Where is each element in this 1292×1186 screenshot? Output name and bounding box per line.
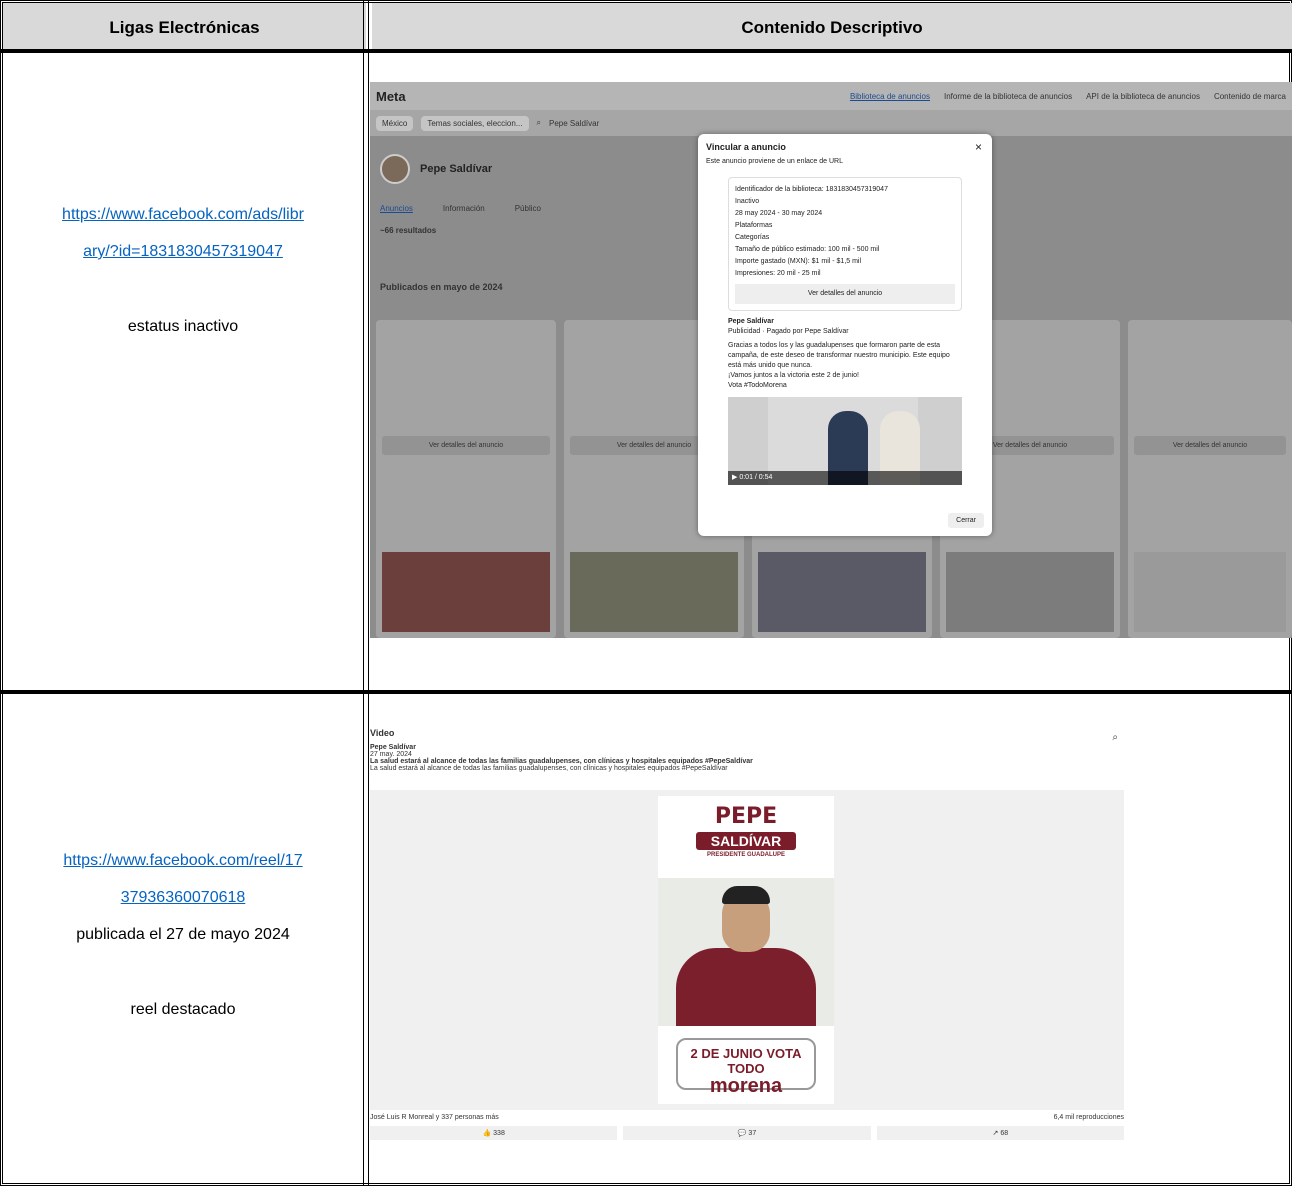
share-icon: ↗: [992, 1130, 999, 1137]
reel-link[interactable]: https://www.facebook.com/reel/17 37936360…: [63, 852, 302, 906]
ad-image: [946, 552, 1114, 632]
published-heading: Publicados en mayo de 2024: [380, 282, 503, 292]
categories-label: Categorías: [735, 234, 770, 241]
header-left: Ligas Electrónicas: [3, 3, 366, 53]
library-id: Identificador de la biblioteca: 18318304…: [735, 186, 888, 193]
tab-ads[interactable]: Anuncios: [380, 204, 413, 213]
column-divider: [363, 0, 369, 1186]
link-ad-modal: Vincular a anuncio × Este anuncio provie…: [698, 134, 992, 536]
view-count: 6,4 mil reproducciones: [1053, 1114, 1124, 1121]
vote-line-2: morena: [709, 1075, 783, 1097]
audience-size: Tamaño de público estimado: 100 mil - 50…: [735, 246, 880, 253]
author-name: Pepe Saldívar: [370, 744, 416, 751]
modal-title: Vincular a anuncio: [706, 142, 786, 152]
page-name: Pepe Saldívar: [420, 163, 493, 175]
like-icon: 👍: [482, 1130, 492, 1137]
ad-dates: 28 may 2024 - 30 may 2024: [735, 210, 823, 217]
like-button[interactable]: 👍 338: [370, 1126, 618, 1140]
tab-audience[interactable]: Público: [515, 204, 541, 213]
search-input[interactable]: Pepe Saldívar: [549, 119, 599, 128]
tab-info[interactable]: Información: [443, 204, 485, 213]
campaign-poster: PEPE SALDÍVAR PRESIDENTE GUADALUPE 2 DE …: [658, 796, 834, 1104]
nav-library-report[interactable]: Informe de la biblioteca de anuncios: [944, 92, 1072, 101]
ad-image: [758, 552, 926, 632]
ad-post: Pepe Saldívar Publicidad · Pagado por Pe…: [728, 317, 962, 391]
row2-left-cell: https://www.facebook.com/reel/17 37936360…: [8, 842, 358, 1028]
meta-logo: Meta: [376, 88, 406, 104]
ad-body-3: Vota #TodoMorena: [728, 382, 787, 389]
search-icon: ⌕: [536, 118, 541, 127]
reel-video[interactable]: PEPE SALDÍVAR PRESIDENTE GUADALUPE 2 DE …: [370, 790, 1124, 1110]
reactions-text[interactable]: José Luis R Monreal y 337 personas más: [370, 1114, 499, 1121]
play-icon[interactable]: ▶: [732, 474, 737, 481]
ads-library-screenshot: Meta Biblioteca de anuncios Informe de l…: [370, 82, 1292, 638]
nav-library-api[interactable]: API de la biblioteca de anuncios: [1086, 92, 1200, 101]
video-controls[interactable]: ▶ 0:01 / 0:54: [728, 471, 962, 485]
ad-image: [570, 552, 738, 632]
ad-video[interactable]: ▶ 0:01 / 0:54: [728, 397, 962, 485]
reaction-summary: José Luis R Monreal y 337 personas más 6…: [370, 1114, 1124, 1121]
close-icon[interactable]: ×: [975, 140, 982, 154]
post-date: 27 may. 2024: [370, 751, 412, 758]
nav-branded-content[interactable]: Contenido de marca: [1214, 92, 1286, 101]
search-icon[interactable]: ⌕: [1112, 732, 1118, 743]
poster-role: PRESIDENTE GUADALUPE: [706, 852, 785, 858]
action-bar: 👍 338 💬 37 ↗ 68: [370, 1126, 1124, 1140]
modal-subtitle: Este anuncio proviene de un enlace de UR…: [706, 158, 843, 165]
vote-line-1: 2 DE JUNIO VOTA TODO: [690, 1046, 802, 1076]
row-divider: [0, 690, 1292, 694]
close-button[interactable]: Cerrar: [948, 513, 984, 528]
comment-icon: 💬: [737, 1130, 747, 1137]
ads-library-link[interactable]: https://www.facebook.com/ads/libr ary/?id…: [62, 206, 304, 260]
advertiser-name: Pepe Saldívar: [728, 318, 774, 325]
details-button[interactable]: Ver detalles del anuncio: [382, 436, 550, 455]
details-button[interactable]: Ver detalles del anuncio: [1134, 436, 1286, 455]
publish-date: publicada el 27 de mayo 2024: [76, 926, 290, 943]
candidate-photo: [658, 878, 834, 1026]
ad-card: Ver detalles del anuncio: [376, 320, 556, 638]
category-select[interactable]: Temas sociales, eleccion...: [421, 115, 529, 131]
details-button[interactable]: Ver detalles del anuncio: [735, 284, 955, 304]
poster-surname: SALDÍVAR: [696, 832, 796, 850]
poster-name: PEPE: [714, 804, 778, 829]
reel-note: reel destacado: [130, 1001, 236, 1018]
ad-detail-box: Identificador de la biblioteca: 18318304…: [728, 177, 962, 311]
video-time: 0:01 / 0:54: [739, 474, 773, 481]
country-select[interactable]: México: [376, 115, 414, 131]
avatar: [380, 154, 410, 184]
ad-image: [1134, 552, 1286, 632]
row1-left-cell: https://www.facebook.com/ads/libr ary/?id…: [8, 196, 358, 345]
header-right: Contenido Descriptivo: [372, 3, 1292, 53]
reel-screenshot: Video ⌕ Pepe Saldívar 27 may. 2024 La sa…: [370, 728, 1124, 1164]
status-badge: Inactivo: [735, 198, 760, 205]
share-button[interactable]: ↗ 68: [876, 1126, 1124, 1140]
amount-spent: Importe gastado (MXN): $1 mil - $1,5 mil: [735, 258, 862, 265]
comment-button[interactable]: 💬 37: [623, 1126, 871, 1140]
caption: La salud estará al alcance de todas las …: [370, 765, 728, 772]
status-text: estatus inactivo: [127, 318, 239, 335]
ad-card: Ver detalles del anuncio: [1128, 320, 1292, 638]
video-title: Video: [370, 728, 395, 738]
ad-body-2: ¡Vamos juntos a la victoria este 2 de ju…: [728, 372, 859, 379]
impressions: Impresiones: 20 mil - 25 mil: [735, 270, 821, 277]
header-divider: [0, 49, 1292, 53]
results-count: ~66 resultados: [380, 226, 437, 235]
ad-image: [382, 552, 550, 632]
ad-body: Gracias a todos los y las guadalupenses …: [728, 342, 950, 369]
platforms-label: Plataformas: [735, 222, 773, 229]
caption-bold: La salud estará al alcance de todas las …: [370, 758, 753, 765]
vote-badge: 2 DE JUNIO VOTA TODO morena: [676, 1038, 816, 1096]
sponsored-label: Publicidad · Pagado por Pepe Saldívar: [728, 328, 849, 335]
nav-ad-library[interactable]: Biblioteca de anuncios: [850, 92, 930, 101]
